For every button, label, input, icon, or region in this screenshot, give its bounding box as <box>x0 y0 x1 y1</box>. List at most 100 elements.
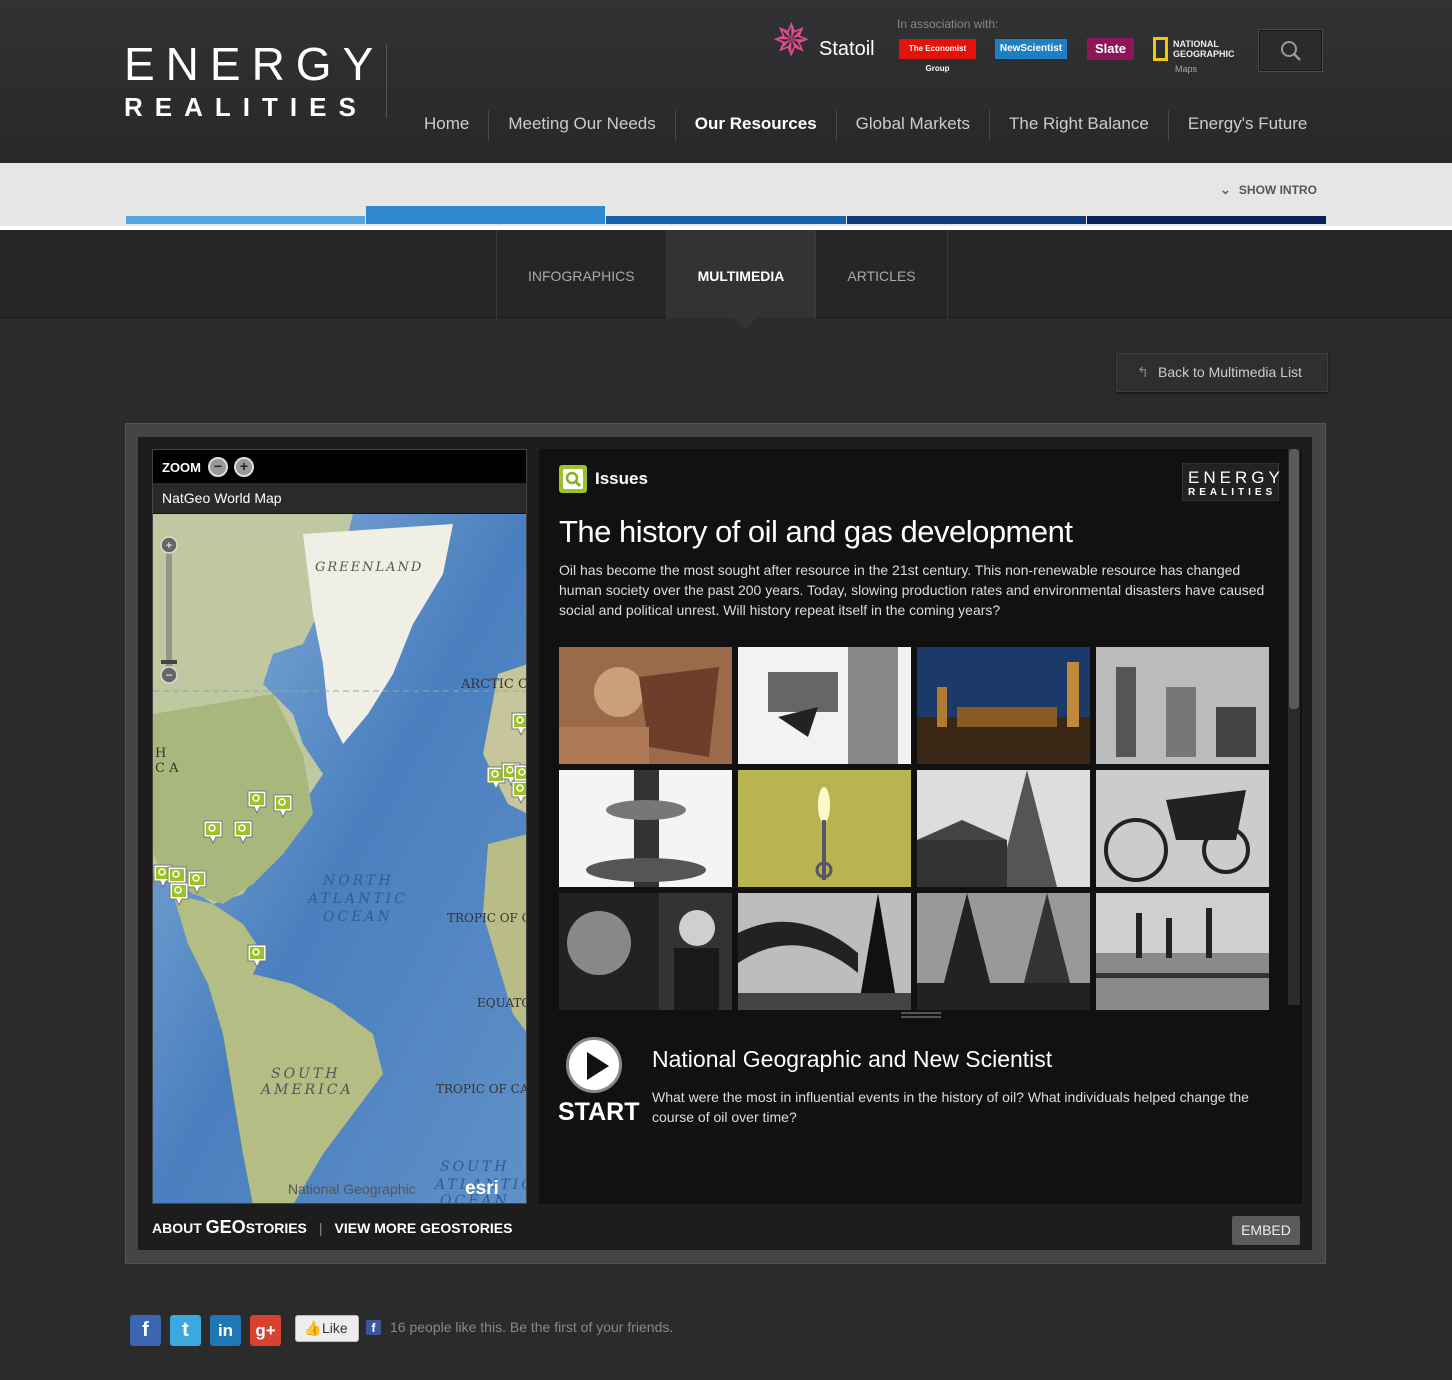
story-category: Issues <box>595 469 648 488</box>
sub-navigation-tabs: INFOGRAPHICS MULTIMEDIA ARTICLES <box>496 230 948 318</box>
progress-segment[interactable] <box>846 216 1086 224</box>
thumbnail-parliament-night[interactable] <box>917 647 1090 764</box>
thumbnail-candle-flame[interactable] <box>738 770 911 887</box>
label-south-atlantic-1: SOUTH <box>440 1159 509 1175</box>
tab-infographics[interactable]: INFOGRAPHICS <box>497 230 667 318</box>
progress-segment[interactable] <box>606 216 846 224</box>
thumbnail-lab-equipment[interactable] <box>1096 647 1269 764</box>
logo-divider <box>386 44 387 118</box>
embed-button[interactable]: EMBED <box>1232 1216 1300 1245</box>
story-title: The history of oil and gas development <box>559 514 1073 549</box>
zoom-label: ZOOM <box>162 460 201 475</box>
svg-text:+: + <box>165 538 172 552</box>
zoom-in-button[interactable]: + <box>234 457 254 477</box>
economist-logo[interactable]: The Economist Group <box>899 39 976 73</box>
world-map[interactable]: + − GREENLAND ARCTIC CI NORTH ATLANTIC O… <box>153 514 527 1204</box>
nav-meeting-our-needs[interactable]: Meeting Our Needs <box>488 110 674 140</box>
label-equator: EQUATO <box>477 996 527 1010</box>
label-north-atlantic-1: NORTH <box>322 873 394 889</box>
facebook-small-icon: f <box>366 1320 381 1335</box>
active-tab-pointer <box>733 318 757 330</box>
map-title: NatGeo World Map <box>162 490 282 506</box>
thumbnail-oil-derrick-shack[interactable] <box>917 770 1090 887</box>
tab-articles[interactable]: ARTICLES <box>816 230 948 318</box>
label-left-edge-2: C A <box>155 761 179 776</box>
zoom-slider-track[interactable] <box>166 542 172 672</box>
statoil-star-icon: ✵ <box>772 14 811 66</box>
story-scrollbar-thumb[interactable] <box>1289 449 1299 709</box>
resize-grip[interactable] <box>901 1012 941 1018</box>
thumbnail-oil-lamp-engraving[interactable] <box>559 770 732 887</box>
zoom-out-button[interactable]: − <box>208 457 228 477</box>
nav-our-resources[interactable]: Our Resources <box>674 110 836 140</box>
thumbnail-oil-gusher[interactable] <box>738 893 911 1010</box>
label-tropic-of-capricorn: TROPIC OF CA <box>436 1082 527 1096</box>
facebook-like-button[interactable]: 👍 Like <box>295 1315 359 1342</box>
view-more-geostories-link[interactable]: VIEW MORE GEOSTORIES <box>335 1220 513 1236</box>
googleplus-share-icon[interactable]: g+ <box>250 1315 281 1346</box>
statoil-name: Statoil <box>819 38 875 60</box>
story-scrollbar[interactable] <box>1288 449 1300 1005</box>
linkedin-share-icon[interactable]: in <box>210 1315 241 1346</box>
thumbnail-oil-field-water[interactable] <box>1096 893 1269 1010</box>
play-icon <box>587 1052 609 1080</box>
start-label[interactable]: START <box>558 1098 639 1127</box>
thumbnail-edison-lightbulb[interactable] <box>559 893 732 1010</box>
main-navigation: Home Meeting Our Needs Our Resources Glo… <box>405 110 1326 140</box>
back-to-multimedia-button[interactable]: ↰ Back to Multimedia List <box>1116 353 1328 392</box>
energy-realities-mini-logo: ENERGY REALITIES <box>1182 463 1280 501</box>
label-greenland: GREENLAND <box>315 560 423 575</box>
show-intro-toggle[interactable]: ⌄ SHOW INTRO <box>1220 182 1317 198</box>
start-play-button[interactable] <box>566 1037 622 1093</box>
thumbnail-engine-diagram[interactable] <box>738 647 911 764</box>
nav-energys-future[interactable]: Energy's Future <box>1167 110 1326 140</box>
story-description: Oil has become the most sought after res… <box>559 562 1265 618</box>
progress-segment[interactable] <box>1086 216 1327 224</box>
association-label: In association with: <box>897 17 999 31</box>
newscientist-logo[interactable]: NewScientist <box>995 39 1067 59</box>
twitter-share-icon[interactable]: t <box>170 1315 201 1346</box>
nav-global-markets[interactable]: Global Markets <box>835 110 989 140</box>
like-label: Like <box>322 1320 348 1336</box>
label-south-america-2: AMERICA <box>259 1082 354 1098</box>
energy-realities-logo[interactable]: ENERGY REALITIES <box>124 40 374 122</box>
slate-logo[interactable]: Slate <box>1087 38 1134 60</box>
about-geo: GEO <box>205 1217 246 1237</box>
thumbnail-early-automobile[interactable] <box>1096 770 1269 887</box>
thumbnail-derrick-workers[interactable] <box>917 893 1090 1010</box>
natgeo-maps-logo[interactable]: NATIONAL GEOGRAPHIC Maps <box>1153 35 1243 75</box>
about-geostories-link[interactable]: ABOUT GEOSTORIES <box>152 1217 307 1237</box>
label-arctic-circle: ARCTIC CI <box>460 677 527 692</box>
story-thumbnail-grid <box>559 647 1269 1010</box>
like-count-text: 16 people like this. Be the first of you… <box>390 1319 674 1335</box>
chevron-down-icon: ⌄ <box>1220 182 1231 197</box>
facebook-share-icon[interactable]: f <box>130 1315 161 1346</box>
map-credit: National Geographic <box>288 1181 416 1197</box>
issues-icon[interactable] <box>559 465 587 493</box>
progress-segment-active[interactable] <box>366 206 606 224</box>
natgeo-name: NATIONAL GEOGRAPHIC <box>1173 39 1235 59</box>
esri-logo: esri <box>465 1178 499 1199</box>
magnifier-icon <box>563 469 583 489</box>
tab-multimedia[interactable]: MULTIMEDIA <box>666 230 817 318</box>
label-south-america-1: SOUTH <box>271 1066 340 1082</box>
natgeo-maps-label: Maps <box>1175 64 1198 74</box>
nav-home[interactable]: Home <box>405 110 488 140</box>
label-north-atlantic-2: ATLANTIC <box>306 891 408 907</box>
nav-the-right-balance[interactable]: The Right Balance <box>988 110 1168 140</box>
progress-segment[interactable] <box>126 216 366 224</box>
back-button-label: Back to Multimedia List <box>1158 364 1302 380</box>
zoom-slider-handle[interactable] <box>161 660 177 664</box>
thumbnail-mosaic[interactable] <box>559 647 732 764</box>
mini-logo-line-1: ENERGY <box>1188 468 1284 487</box>
label-tropic-of-cancer: TROPIC OF C <box>447 911 527 925</box>
search-button[interactable] <box>1258 29 1323 72</box>
show-intro-label: SHOW INTRO <box>1238 183 1317 197</box>
statoil-logo[interactable]: ✵ Statoil <box>772 14 884 66</box>
map-zoom-bar: ZOOM − + <box>153 450 526 483</box>
about-suffix: STORIES <box>245 1220 307 1236</box>
label-left-edge-1: H <box>155 746 166 761</box>
back-arrow-icon: ↰ <box>1137 364 1149 380</box>
map-title-bar: NatGeo World Map <box>153 483 526 514</box>
geostories-links: ABOUT GEOSTORIES | VIEW MORE GEOSTORIES <box>152 1217 512 1238</box>
